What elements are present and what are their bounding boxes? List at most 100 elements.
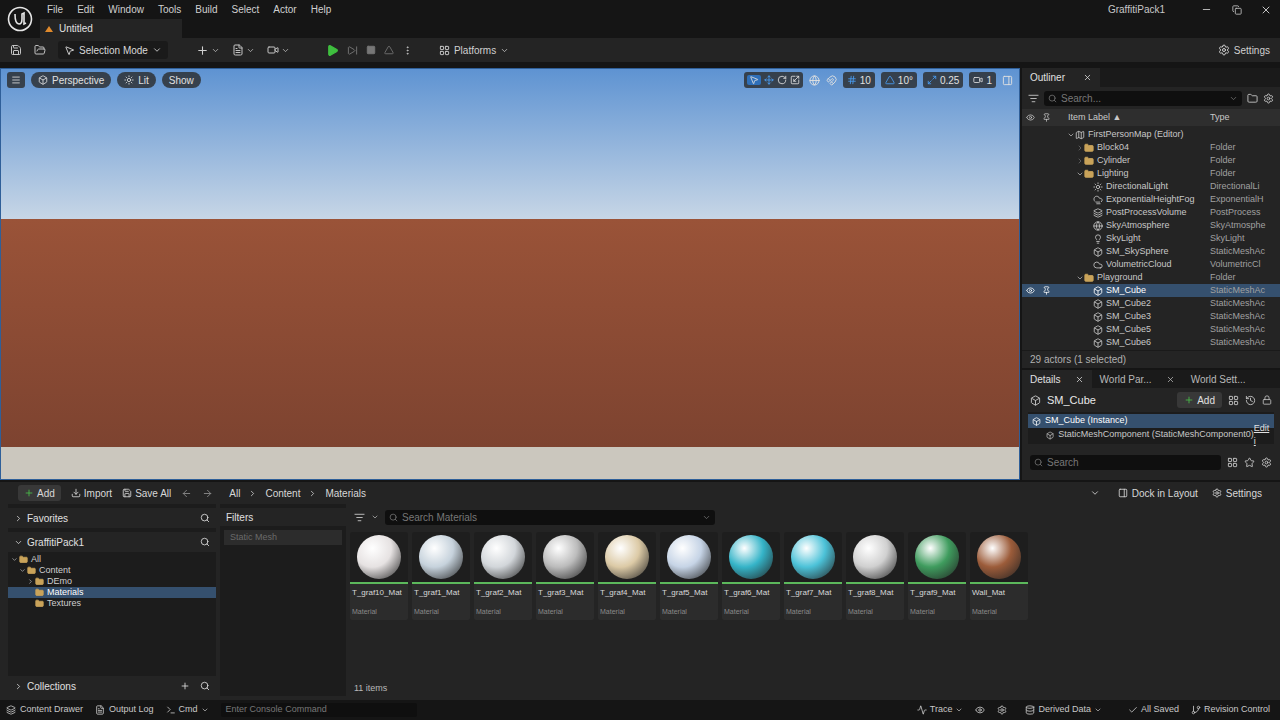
output-log-button[interactable]: Output Log <box>95 703 154 717</box>
outliner-row[interactable]: SM_SkySphereStaticMeshAc <box>1022 245 1280 258</box>
collapsed-icon[interactable] <box>1076 157 1084 165</box>
add-folder-icon[interactable] <box>1247 93 1258 104</box>
outliner-row[interactable]: CylinderFolder <box>1022 154 1280 167</box>
help-icon[interactable] <box>1245 395 1256 406</box>
actor-name[interactable]: SM_Cube <box>1047 392 1171 409</box>
outliner-row[interactable]: ExponentialHeightFogExponentialH <box>1022 193 1280 206</box>
outliner-row[interactable]: PostProcessVolumePostProcess <box>1022 206 1280 219</box>
revision-control-button[interactable]: Revision Control <box>1191 703 1270 717</box>
folder-row[interactable]: DEmo <box>8 576 216 587</box>
rotation-snap[interactable]: 10° <box>881 72 917 88</box>
outliner-row[interactable]: SM_Cube6StaticMeshAc <box>1022 336 1280 349</box>
trace-button[interactable]: Trace <box>917 703 964 717</box>
play-icon[interactable] <box>326 44 339 57</box>
eject-icon[interactable] <box>384 45 394 55</box>
breadcrumb-item[interactable]: Materials <box>325 486 366 501</box>
dock-in-layout-button[interactable]: Dock in Layout <box>1118 486 1198 501</box>
more-icon[interactable] <box>402 45 413 56</box>
grid-snap[interactable]: 10 <box>843 72 875 88</box>
stop-icon[interactable] <box>366 45 376 55</box>
asset-tile[interactable]: T_graf2_MatMaterial <box>474 532 532 620</box>
menu-item[interactable]: Window <box>101 2 151 17</box>
outliner-row[interactable]: SM_CubeStaticMeshAc <box>1022 284 1280 297</box>
menu-item[interactable]: Edit <box>70 2 101 17</box>
save-all-button[interactable]: Save All <box>122 486 171 501</box>
blueprint-icon[interactable] <box>1228 395 1239 406</box>
collapsed-icon[interactable] <box>1076 144 1084 152</box>
viewport[interactable]: PerspectiveLitShow1010°0.251 <box>0 68 1020 480</box>
view-options-icon[interactable] <box>1227 457 1238 468</box>
import-button[interactable]: Import <box>71 486 112 501</box>
asset-tile[interactable]: T_graf5_MatMaterial <box>660 532 718 620</box>
search-icon[interactable] <box>200 681 210 691</box>
asset-tile[interactable]: T_graf1_MatMaterial <box>412 532 470 620</box>
outliner-row[interactable]: Block04Folder <box>1022 141 1280 154</box>
step-icon[interactable] <box>347 45 358 56</box>
asset-tile[interactable]: T_graf4_MatMaterial <box>598 532 656 620</box>
outliner-row[interactable]: FirstPersonMap (Editor) <box>1022 128 1280 141</box>
viewport-menu-button[interactable] <box>7 72 25 88</box>
move-icon[interactable] <box>764 75 774 85</box>
component-row[interactable]: StaticMeshComponent (StaticMeshComponent… <box>1028 428 1274 442</box>
close-icon[interactable] <box>1260 4 1272 16</box>
asset-tile[interactable]: T_graf3_MatMaterial <box>536 532 594 620</box>
expanded-icon[interactable] <box>1076 274 1084 282</box>
edit-link[interactable]: Edit i <box>1254 422 1274 449</box>
close-icon[interactable] <box>1166 375 1175 384</box>
menu-item[interactable]: Tools <box>151 2 188 17</box>
lit-button[interactable]: Lit <box>117 72 156 88</box>
save-status[interactable]: All Saved <box>1128 703 1179 717</box>
gear-icon[interactable] <box>997 705 1007 715</box>
folder-row[interactable]: Materials <box>8 587 216 598</box>
scale-snap[interactable]: 0.25 <box>923 72 963 88</box>
view-icon[interactable] <box>975 705 985 715</box>
filter-icon[interactable] <box>1028 93 1039 104</box>
menu-item[interactable]: Actor <box>266 2 303 17</box>
outliner-row[interactable]: SM_Cube5StaticMeshAc <box>1022 323 1280 336</box>
source-control-icon[interactable] <box>34 44 46 56</box>
outliner-row[interactable]: PlaygroundFolder <box>1022 271 1280 284</box>
outliner-row[interactable]: SkyAtmosphereSkyAtmosphe <box>1022 219 1280 232</box>
layout-icon[interactable] <box>1002 75 1013 86</box>
asset-tile[interactable]: T_graf10_MatMaterial <box>350 532 408 620</box>
asset-tile[interactable]: Wall_MatMaterial <box>970 532 1028 620</box>
component-row[interactable]: SM_Cube (Instance) <box>1028 414 1274 428</box>
outliner-row[interactable]: SM_Cube3StaticMeshAc <box>1022 310 1280 323</box>
breadcrumb-item[interactable]: All <box>229 486 240 501</box>
outliner-tab[interactable]: Outliner <box>1022 68 1100 87</box>
project-header[interactable]: GraffitiPack1 <box>8 532 216 552</box>
perspective-button[interactable]: Perspective <box>31 72 111 88</box>
cmd-button[interactable]: Cmd <box>166 703 209 717</box>
world-space-icon[interactable] <box>809 75 820 86</box>
visibility-icon[interactable] <box>1026 286 1035 295</box>
filter-icon[interactable] <box>354 512 365 523</box>
scale-icon[interactable] <box>790 75 800 85</box>
close-icon[interactable] <box>1083 73 1092 82</box>
folder-row[interactable]: Textures <box>8 598 216 609</box>
gear-icon[interactable] <box>1263 93 1274 104</box>
outliner-search[interactable]: Search... <box>1044 91 1242 106</box>
expanded-icon[interactable] <box>1076 170 1084 178</box>
platforms-button[interactable]: Platforms <box>439 43 509 58</box>
lock-icon[interactable] <box>1262 395 1272 405</box>
breadcrumb-item[interactable]: Content <box>265 486 300 501</box>
menu-item[interactable]: Help <box>304 2 339 17</box>
rotate-icon[interactable] <box>777 75 787 85</box>
chevron-down-icon[interactable] <box>281 46 290 55</box>
details-tab[interactable]: World Par... <box>1092 370 1183 388</box>
outliner-row[interactable]: VolumetricCloudVolumetricCl <box>1022 258 1280 271</box>
details-tab[interactable]: World Sett... <box>1183 370 1254 388</box>
selection-mode-button[interactable]: Selection Mode <box>58 41 168 59</box>
close-icon[interactable] <box>1075 375 1084 384</box>
collections-header[interactable]: Collections <box>8 676 216 696</box>
add-actor-icon[interactable] <box>196 44 209 57</box>
asset-tile[interactable]: T_graf8_MatMaterial <box>846 532 904 620</box>
add-component-button[interactable]: Add <box>1177 392 1222 408</box>
minimize-icon[interactable] <box>1201 4 1212 15</box>
asset-tile[interactable]: T_graf6_MatMaterial <box>722 532 780 620</box>
column-header[interactable]: Type <box>1210 111 1280 125</box>
restore-icon[interactable] <box>1232 5 1242 15</box>
asset-tile[interactable]: T_graf7_MatMaterial <box>784 532 842 620</box>
chevron-down-icon[interactable] <box>211 46 220 55</box>
favorite-icon[interactable] <box>1244 457 1255 468</box>
